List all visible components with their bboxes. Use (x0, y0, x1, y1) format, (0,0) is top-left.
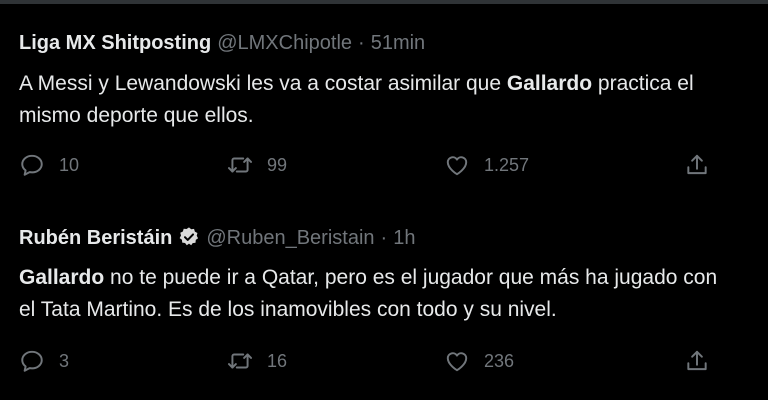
retweet-button[interactable]: 16 (227, 344, 287, 378)
reply-count: 3 (59, 350, 70, 371)
retweet-button[interactable]: 99 (227, 148, 287, 182)
bold-text-segment: Gallardo (19, 266, 105, 289)
verified-badge-icon (178, 226, 200, 248)
reply-bubble-icon (21, 154, 43, 176)
text-segment: mismo deporte que ellos. (19, 104, 254, 127)
heart-outline-icon (446, 352, 468, 372)
tweet-text-line: Gallardo no te puede ir a Qatar, pero es… (19, 262, 768, 294)
tweet-text-line: mismo deporte que ellos. (19, 100, 768, 132)
tweet-actions: 10 99 1.257 (0, 148, 768, 182)
separator-dot: · (380, 227, 388, 249)
tweet-timestamp[interactable]: 51min (371, 32, 425, 54)
display-name[interactable]: Rubén Beristáin (19, 227, 172, 249)
reply-button[interactable]: 3 (19, 344, 69, 378)
text-segment: no te puede ir a Qatar, pero es el jugad… (104, 266, 718, 289)
tweet-text: Gallardo no te puede ir a Qatar, pero es… (19, 262, 768, 326)
tweet-header: Rubén Beristáin @Ruben_Beristain · 1h (19, 226, 415, 249)
tweet-text-line: A Messi y Lewandowski les va a costar as… (19, 68, 768, 100)
share-button[interactable] (684, 148, 710, 182)
text-segment: practica el (592, 72, 694, 95)
text-segment: A Messi y Lewandowski les va a costar as… (19, 72, 507, 95)
like-count: 1.257 (484, 154, 530, 175)
text-segment: el Tata Martino. Es de los inamovibles c… (19, 298, 557, 321)
tweet[interactable]: Rubén Beristáin @Ruben_Beristain · 1h Galla… (0, 202, 768, 398)
retweet-count: 99 (267, 154, 288, 175)
reply-button[interactable]: 10 (19, 148, 79, 182)
separator-dot: · (358, 32, 365, 54)
reply-count: 10 (59, 154, 80, 175)
tweet-timestamp[interactable]: 1h (393, 227, 415, 249)
tweet[interactable]: Liga MX Shitposting @LMXChipotle · 51min A … (0, 4, 768, 200)
display-name[interactable]: Liga MX Shitposting (19, 32, 211, 54)
heart-outline-icon (446, 156, 468, 176)
bold-text-segment: Gallardo (506, 72, 593, 95)
share-button[interactable] (684, 344, 710, 378)
like-button[interactable]: 1.257 (444, 148, 529, 182)
tweet-text-line: el Tata Martino. Es de los inamovibles c… (19, 294, 768, 326)
retweet-arrows-icon (227, 157, 253, 173)
like-count: 236 (484, 350, 515, 371)
retweet-arrows-icon (227, 353, 253, 369)
reply-bubble-icon (21, 350, 43, 372)
tweet-actions: 3 16 236 (0, 344, 768, 378)
user-handle[interactable]: @LMXChipotle (217, 32, 352, 54)
like-button[interactable]: 236 (444, 344, 514, 378)
share-upload-icon (687, 350, 707, 371)
retweet-count: 16 (267, 350, 288, 371)
tweet-text: A Messi y Lewandowski les va a costar as… (19, 68, 768, 132)
user-handle[interactable]: @Ruben_Beristain (206, 227, 374, 249)
share-upload-icon (687, 154, 707, 175)
tweet-header: Liga MX Shitposting @LMXChipotle · 51min (19, 32, 425, 54)
